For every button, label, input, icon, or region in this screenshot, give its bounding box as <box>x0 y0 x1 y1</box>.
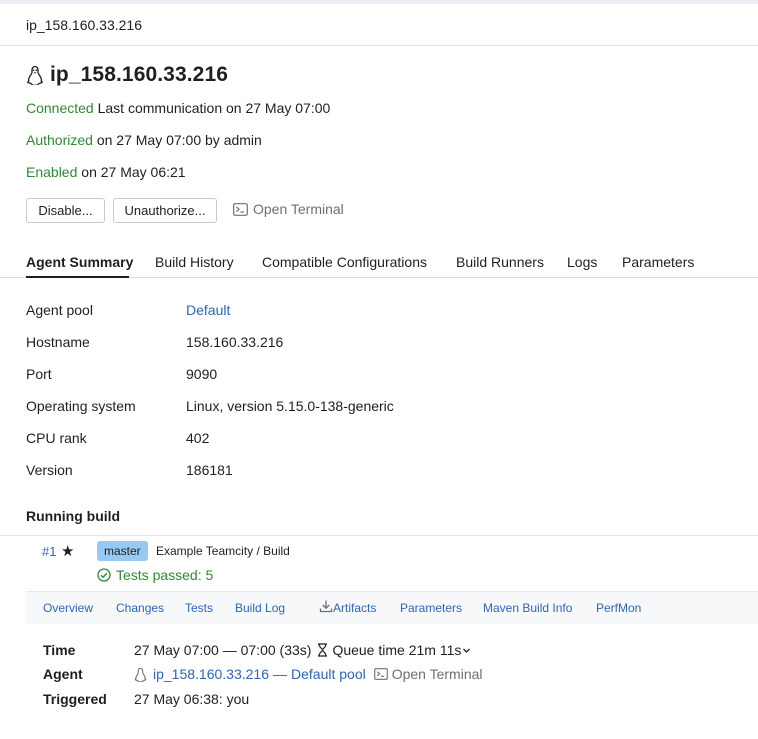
os-label: Operating system <box>26 398 136 414</box>
build-tab-parameters[interactable]: Parameters <box>400 601 462 615</box>
disable-button[interactable]: Disable... <box>26 198 105 223</box>
triggered-label: Triggered <box>43 691 107 707</box>
build-tabs: Overview Changes Tests Build Log Artifac… <box>26 591 758 624</box>
chevron-down-icon[interactable] <box>462 646 471 655</box>
agent-link[interactable]: ip_158.160.33.216 <box>153 666 269 682</box>
port-value: 9090 <box>186 366 218 382</box>
agent-tabs: Agent Summary Build History Compatible C… <box>0 248 758 278</box>
build-number-link[interactable]: #1 <box>42 544 56 559</box>
page-title: ip_158.160.33.216 <box>50 63 229 86</box>
active-tab-indicator <box>26 276 129 278</box>
connected-text: Last communication on 27 May 07:00 <box>97 100 331 116</box>
branch-badge[interactable]: master <box>97 541 148 561</box>
open-terminal-label: Open Terminal <box>253 201 344 217</box>
build-tab-artifacts[interactable]: Artifacts <box>333 601 376 615</box>
tab-logs[interactable]: Logs <box>567 254 597 270</box>
port-label: Port <box>26 366 52 382</box>
breadcrumb-bar: ip_158.160.33.216 <box>0 4 758 46</box>
time-value-row: 27 May 07:00 — 07:00 (33s) Queue time 21… <box>134 642 471 658</box>
hostname-label: Hostname <box>26 334 90 350</box>
tab-build-runners[interactable]: Build Runners <box>456 254 544 270</box>
tests-passed-label: Tests passed: 5 <box>116 567 214 583</box>
cpu-rank-label: CPU rank <box>26 430 87 446</box>
agent-pool-link-detail[interactable]: Default pool <box>291 666 366 682</box>
authorization-status: Authorized on 27 May 07:00 by admin <box>26 132 262 148</box>
linux-icon <box>134 667 147 682</box>
breadcrumb[interactable]: ip_158.160.33.216 <box>26 17 142 33</box>
tab-agent-summary[interactable]: Agent Summary <box>26 254 133 270</box>
agent-label: Agent <box>43 666 83 682</box>
open-terminal-link-detail[interactable]: Open Terminal <box>392 666 483 682</box>
queue-time-toggle[interactable]: Queue time 21m 11s <box>332 642 461 658</box>
check-circle-icon <box>97 568 111 582</box>
os-value: Linux, version 5.15.0-138-generic <box>186 398 394 414</box>
open-terminal-link[interactable]: Open Terminal <box>233 201 344 217</box>
version-value: 186181 <box>186 462 233 478</box>
running-build-title: Running build <box>26 508 121 524</box>
connected-label: Connected <box>26 100 94 116</box>
connection-status: Connected Last communication on 27 May 0… <box>26 100 330 116</box>
build-tab-build-log[interactable]: Build Log <box>235 601 285 615</box>
running-build-card: #1 ★ master Example Teamcity / Build Tes… <box>0 535 758 739</box>
build-tab-overview[interactable]: Overview <box>43 601 93 615</box>
agent-pool-label: Agent pool <box>26 302 93 318</box>
terminal-icon <box>233 202 248 216</box>
version-label: Version <box>26 462 73 478</box>
agent-value-row: ip_158.160.33.216 — Default pool Open Te… <box>134 666 483 682</box>
linux-icon <box>27 65 43 85</box>
build-configuration[interactable]: Example Teamcity / Build <box>156 544 290 558</box>
enabled-status: Enabled on 27 May 06:21 <box>26 164 186 180</box>
tests-status[interactable]: Tests passed: 5 <box>97 567 213 583</box>
time-label: Time <box>43 642 76 658</box>
tab-parameters[interactable]: Parameters <box>622 254 694 270</box>
build-tab-tests[interactable]: Tests <box>185 601 213 615</box>
agent-separator: — <box>273 666 287 682</box>
enabled-label: Enabled <box>26 164 78 180</box>
build-tab-perfmon[interactable]: PerfMon <box>596 601 641 615</box>
authorized-text: on 27 May 07:00 by admin <box>96 132 262 148</box>
time-value: 27 May 07:00 — 07:00 (33s) <box>134 642 312 658</box>
hourglass-icon <box>318 643 328 657</box>
enabled-text: on 27 May 06:21 <box>81 164 186 180</box>
terminal-icon[interactable] <box>373 668 388 680</box>
agent-header: ip_158.160.33.216 <box>26 63 228 87</box>
build-tab-maven-build-info[interactable]: Maven Build Info <box>483 601 572 615</box>
authorized-label: Authorized <box>26 132 93 148</box>
triggered-value: 27 May 06:38: you <box>134 691 250 707</box>
unauthorize-button[interactable]: Unauthorize... <box>113 198 217 223</box>
hostname-value: 158.160.33.216 <box>186 334 284 350</box>
tab-build-history[interactable]: Build History <box>155 254 234 270</box>
star-icon[interactable]: ★ <box>61 542 74 560</box>
build-tab-changes[interactable]: Changes <box>116 601 164 615</box>
tab-compatible-configurations[interactable]: Compatible Configurations <box>262 254 427 270</box>
agent-pool-link[interactable]: Default <box>186 302 230 318</box>
download-icon[interactable] <box>319 599 333 613</box>
cpu-rank-value: 402 <box>186 430 210 446</box>
